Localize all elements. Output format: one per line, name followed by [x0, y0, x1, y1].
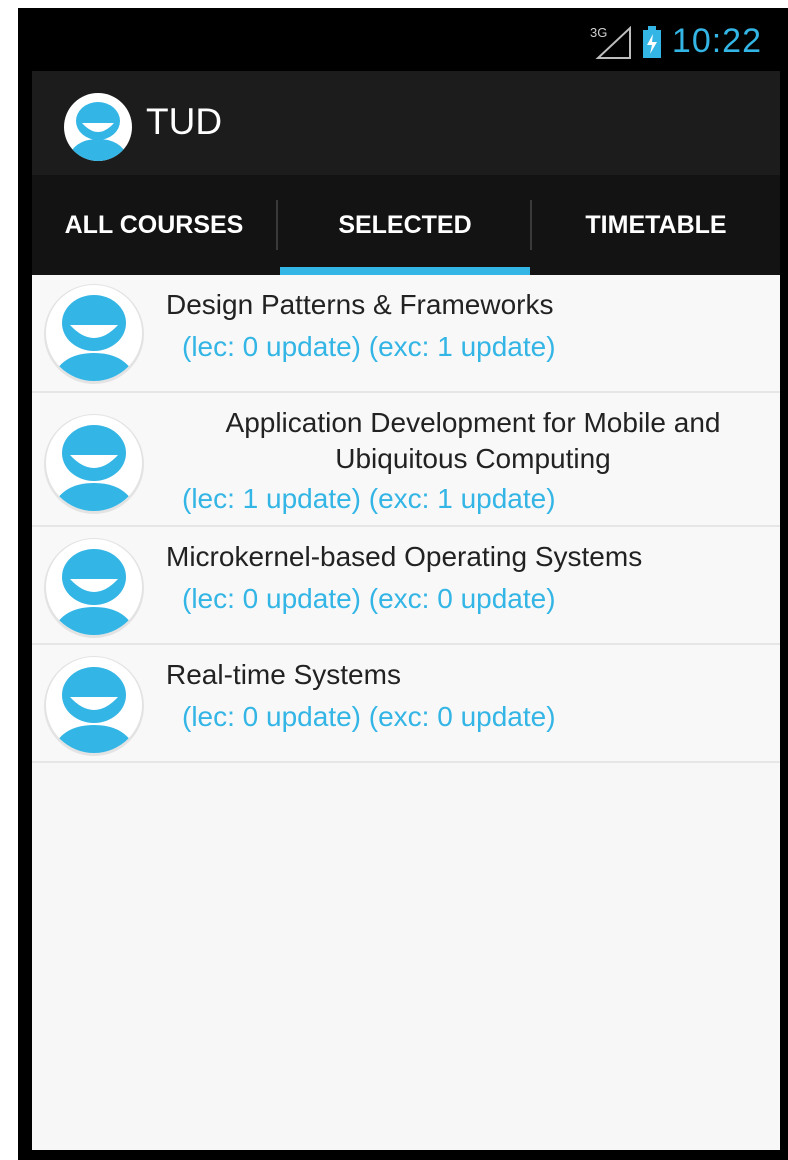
course-avatar-icon	[44, 284, 144, 384]
course-updates: (lec: 0 update) (exc: 1 update)	[182, 331, 556, 362]
course-updates: (lec: 0 update) (exc: 0 update)	[182, 701, 556, 732]
list-item[interactable]: Design Patterns & Frameworks (lec: 0 upd…	[32, 275, 780, 393]
list-item[interactable]: Microkernel-based Operating Systems (lec…	[32, 527, 780, 645]
svg-text:3G: 3G	[590, 25, 607, 40]
tab-all-courses[interactable]: ALL COURSES	[32, 175, 276, 275]
app-screen: 3G 10:22 TUD ALL COURSES SELECTED TIMETA…	[32, 10, 780, 1150]
tab-divider	[276, 200, 278, 250]
action-bar: TUD	[32, 71, 780, 175]
list-item[interactable]: Real-time Systems (lec: 0 update) (exc: …	[32, 645, 780, 763]
course-title: Application Development for Mobile and U…	[225, 407, 721, 474]
course-updates: (lec: 0 update) (exc: 0 update)	[182, 583, 556, 614]
clock: 10:22	[671, 22, 762, 60]
course-avatar-icon	[44, 538, 144, 638]
status-bar: 3G 10:22	[32, 10, 780, 71]
signal-3g-icon: 3G	[590, 25, 631, 59]
course-avatar-icon	[44, 656, 144, 756]
selected-tab-indicator	[280, 267, 530, 275]
list-item[interactable]: Application Development for Mobile and U…	[32, 393, 780, 527]
course-list: Design Patterns & Frameworks (lec: 0 upd…	[32, 275, 780, 763]
course-avatar-icon	[44, 414, 144, 514]
tab-bar: ALL COURSES SELECTED TIMETABLE	[32, 175, 780, 275]
app-title: TUD	[146, 101, 223, 142]
tab-timetable[interactable]: TIMETABLE	[532, 175, 780, 275]
avatar-logo-icon[interactable]	[62, 91, 134, 163]
course-updates: (lec: 1 update) (exc: 1 update)	[182, 483, 556, 514]
tab-selected[interactable]: SELECTED	[280, 175, 530, 275]
course-title: Real-time Systems	[166, 659, 401, 690]
battery-charging-icon	[642, 25, 661, 58]
status-indicators: 3G 10:22	[590, 22, 762, 61]
course-title: Design Patterns & Frameworks	[166, 289, 554, 320]
course-title: Microkernel-based Operating Systems	[166, 541, 643, 572]
